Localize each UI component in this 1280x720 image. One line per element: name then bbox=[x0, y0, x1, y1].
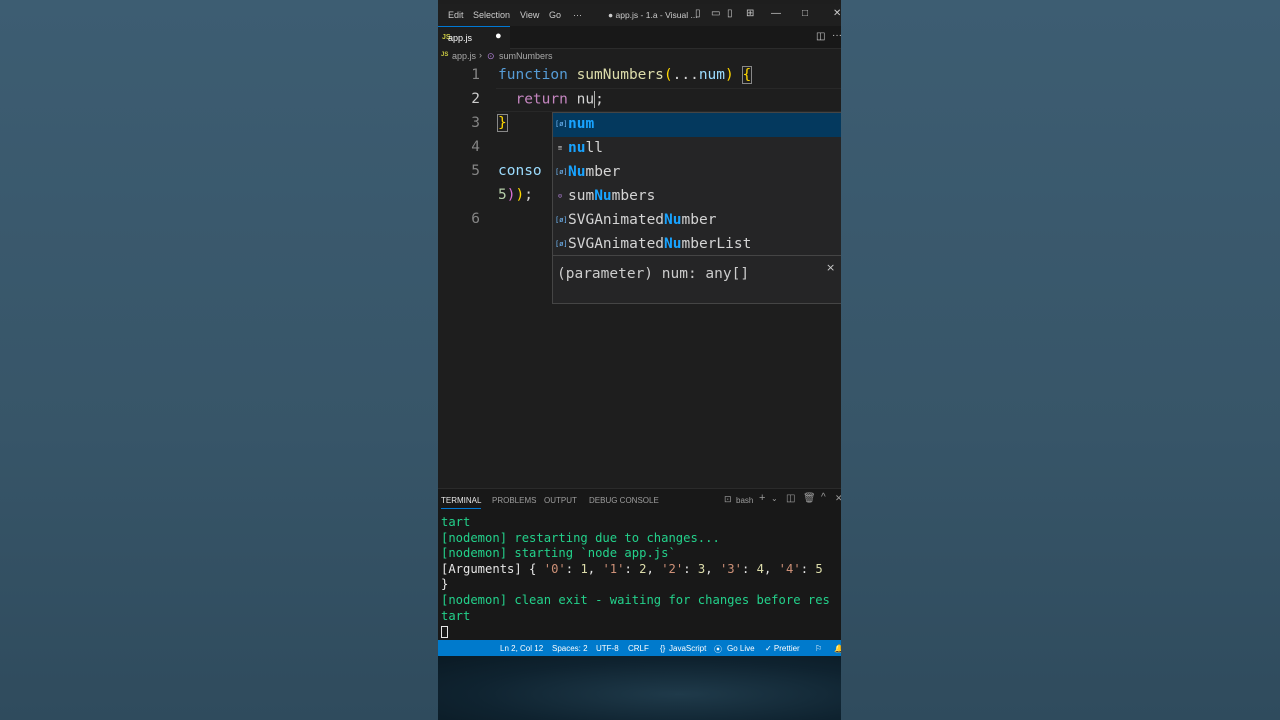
split-terminal-icon[interactable]: ◫ bbox=[786, 493, 795, 504]
video-background-strip bbox=[438, 656, 841, 720]
js-file-icon: JS bbox=[441, 52, 449, 58]
terminal-line-arguments: [Arguments] { '0': 1, '1': 2, '2': 3, '3… bbox=[441, 561, 823, 576]
terminal-line: [nodemon] clean exit - waiting for chang… bbox=[441, 593, 830, 607]
breadcrumb-symbol[interactable]: sumNumbers bbox=[499, 51, 553, 61]
suggestion-detail-text: (parameter) num: any[] bbox=[557, 266, 750, 282]
vscode-window: Edit Selection View Go ··· ● app.js - 1.… bbox=[438, 0, 841, 656]
cursor-position[interactable]: Ln 2, Col 12 bbox=[500, 644, 543, 653]
prettier-status[interactable]: ✓ Prettier bbox=[765, 644, 800, 653]
suggestion-item[interactable]: ≡ null bbox=[553, 137, 841, 161]
line-number: 3 bbox=[471, 115, 480, 131]
code-text: 5)); bbox=[498, 187, 533, 203]
tab-problems[interactable]: PROBLEMS bbox=[492, 496, 536, 505]
variable-icon: [ø] bbox=[555, 240, 568, 248]
code-text: } bbox=[497, 114, 508, 132]
new-terminal-icon[interactable]: + bbox=[759, 492, 765, 504]
customize-layout-icon[interactable]: ⊞ bbox=[746, 8, 754, 19]
suggestion-item[interactable]: [ø] Number bbox=[553, 161, 841, 185]
code-line: 1 function sumNumbers(...num) { bbox=[438, 64, 841, 88]
function-symbol-icon: ⊙ bbox=[487, 51, 495, 61]
tab-label: app.js bbox=[448, 33, 473, 43]
code-text: conso bbox=[498, 163, 542, 179]
terminal-icon: ⊡ bbox=[724, 494, 732, 504]
code-text: return nu; bbox=[515, 91, 604, 108]
menu-go[interactable]: Go bbox=[549, 10, 561, 20]
line-number: 6 bbox=[471, 211, 480, 227]
braces-icon: {} bbox=[660, 644, 666, 653]
menu-selection[interactable]: Selection bbox=[473, 10, 510, 20]
status-bar: Ln 2, Col 12 Spaces: 2 UTF-8 CRLF {} Jav… bbox=[438, 640, 841, 656]
line-number: 2 bbox=[471, 91, 480, 107]
menu-view[interactable]: View bbox=[520, 10, 539, 20]
feedback-icon[interactable]: ⚐ bbox=[815, 644, 822, 653]
autocomplete-suggestions: [ø] num ≡ null [ø] Number ⊙ sumNumbers [… bbox=[552, 112, 841, 256]
maximize-icon[interactable]: □ bbox=[802, 8, 808, 19]
chevron-up-icon[interactable]: ^ bbox=[821, 492, 826, 503]
tab-output[interactable]: OUTPUT bbox=[544, 496, 577, 505]
toggle-panel-icon[interactable]: ▭ bbox=[711, 8, 720, 19]
code-text: function sumNumbers(...num) { bbox=[498, 66, 753, 84]
keyword-icon: ≡ bbox=[557, 144, 563, 152]
terminal-output[interactable]: tart [nodemon] restarting due to changes… bbox=[441, 515, 841, 639]
tab-app-js[interactable]: JS app.js ● bbox=[438, 26, 510, 49]
terminal-line: tart bbox=[441, 608, 471, 623]
more-actions-icon[interactable]: ··· bbox=[832, 30, 841, 41]
indentation[interactable]: Spaces: 2 bbox=[552, 644, 588, 653]
menu-more[interactable]: ··· bbox=[573, 10, 582, 20]
language-mode[interactable]: JavaScript bbox=[669, 644, 706, 653]
window-title: ● app.js - 1.a - Visual ... bbox=[608, 10, 698, 20]
variable-icon: [ø] bbox=[555, 168, 568, 176]
suggestion-item[interactable]: ⊙ sumNumbers bbox=[553, 185, 841, 209]
breadcrumb-separator: › bbox=[479, 50, 482, 60]
terminal-cursor bbox=[441, 625, 448, 638]
method-icon: ⊙ bbox=[557, 192, 563, 200]
terminal-line: } bbox=[441, 577, 449, 592]
breadcrumb: JS app.js › ⊙ sumNumbers bbox=[438, 49, 841, 65]
line-number: 1 bbox=[471, 67, 480, 83]
shell-name[interactable]: bash bbox=[736, 496, 753, 505]
suggestion-details: (parameter) num: any[] × bbox=[552, 256, 841, 304]
menu-edit[interactable]: Edit bbox=[448, 10, 464, 20]
bottom-panel: TERMINAL PROBLEMS OUTPUT DEBUG CONSOLE ⊡… bbox=[438, 488, 841, 641]
suggestion-item[interactable]: [ø] num bbox=[553, 113, 841, 137]
code-line-current: 2 return nu; bbox=[438, 88, 841, 112]
toggle-secondary-sidebar-icon[interactable]: ▯ bbox=[727, 8, 733, 19]
line-ending[interactable]: CRLF bbox=[628, 644, 649, 653]
go-live-button[interactable]: Go Live bbox=[727, 644, 755, 653]
panel-tabs: TERMINAL PROBLEMS OUTPUT DEBUG CONSOLE ⊡… bbox=[438, 489, 841, 511]
broadcast-icon: ⦿ bbox=[714, 645, 722, 654]
code-editor[interactable]: 1 function sumNumbers(...num) { 2 return… bbox=[438, 64, 841, 488]
unsaved-dot-icon[interactable]: ● bbox=[495, 30, 502, 42]
suggestion-item[interactable]: [ø] SVGAnimatedNumberList bbox=[553, 233, 841, 257]
close-panel-icon[interactable]: ✕ bbox=[835, 493, 841, 504]
terminal-line: [nodemon] starting `node app.js` bbox=[441, 546, 676, 561]
suggestion-item[interactable]: [ø] SVGAnimatedNumber bbox=[553, 209, 841, 233]
encoding[interactable]: UTF-8 bbox=[596, 644, 619, 653]
variable-icon: [ø] bbox=[555, 120, 568, 128]
split-editor-icon[interactable]: ◫ bbox=[816, 31, 825, 42]
chevron-down-icon[interactable]: ⌄ bbox=[771, 494, 778, 503]
trash-icon[interactable]: 🗑 bbox=[803, 493, 816, 504]
variable-icon: [ø] bbox=[555, 216, 568, 224]
tab-debug-console[interactable]: DEBUG CONSOLE bbox=[589, 496, 659, 505]
terminal-line: [nodemon] restarting due to changes... bbox=[441, 530, 720, 545]
line-number: 5 bbox=[471, 163, 480, 179]
editor-tabs: JS app.js ● ◫ ··· bbox=[438, 26, 841, 49]
tab-terminal[interactable]: TERMINAL bbox=[441, 496, 482, 509]
minimize-icon[interactable]: — bbox=[771, 8, 781, 19]
toggle-sidebar-icon[interactable]: ▯ bbox=[695, 8, 701, 19]
terminal-line: tart bbox=[441, 515, 471, 529]
close-details-icon[interactable]: × bbox=[826, 261, 835, 274]
notifications-bell-icon[interactable]: 🔔 bbox=[834, 644, 841, 653]
title-bar: Edit Selection View Go ··· ● app.js - 1.… bbox=[438, 4, 841, 26]
close-icon[interactable]: ✕ bbox=[833, 8, 841, 19]
breadcrumb-file[interactable]: app.js bbox=[452, 51, 476, 61]
line-number: 4 bbox=[471, 139, 480, 155]
terminal-prompt bbox=[441, 624, 448, 640]
